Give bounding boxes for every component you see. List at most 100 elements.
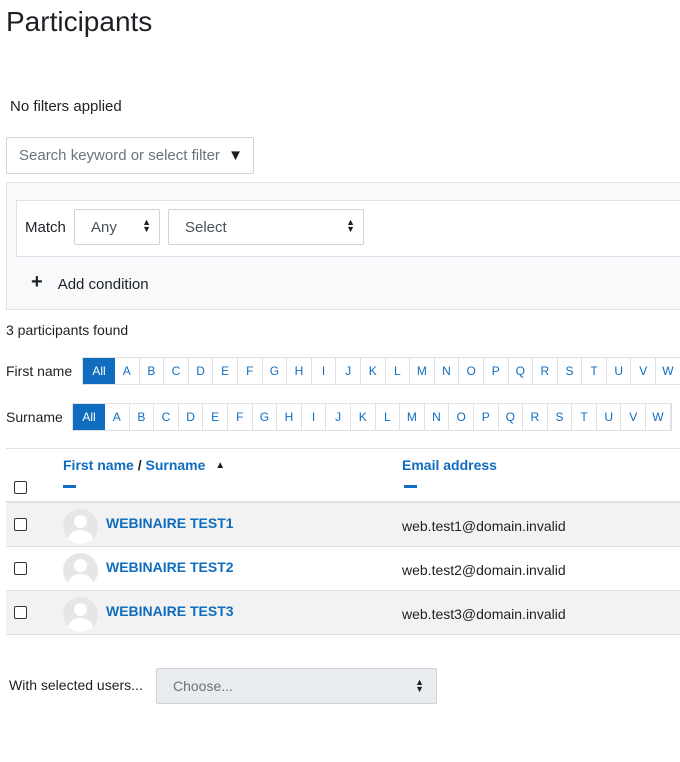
caret-up-icon: ▲ — [215, 460, 226, 471]
first-initial-g[interactable]: G — [263, 358, 288, 384]
select-arrows-icon: ▲ ▼ — [415, 677, 424, 694]
surname-initial-m[interactable]: M — [400, 404, 425, 430]
collapse-name-column-icon[interactable] — [63, 485, 76, 488]
first-initial-f[interactable]: F — [238, 358, 263, 384]
user-name-link[interactable]: WEBINAIRE TEST2 — [106, 559, 234, 575]
first-initial-t[interactable]: T — [582, 358, 607, 384]
filter-type-select[interactable]: Select ▲ ▼ — [168, 209, 364, 245]
surname-initial-t[interactable]: T — [572, 404, 597, 430]
surname-initial-e[interactable]: E — [203, 404, 228, 430]
filter-condition-row: Match Any ▲ ▼ Select ▲ ▼ — [16, 200, 680, 257]
first-initial-letters: All A B C D E F G H I J K L M N O P Q R S T U V W — [82, 357, 680, 385]
row-checkbox[interactable] — [14, 606, 27, 619]
first-initial-i[interactable]: I — [312, 358, 337, 384]
first-initial-b[interactable]: B — [140, 358, 165, 384]
user-avatar-icon — [63, 597, 98, 632]
surname-initial-i[interactable]: I — [302, 404, 327, 430]
first-initial-m[interactable]: M — [410, 358, 435, 384]
search-placeholder: Search keyword or select filter — [19, 147, 220, 164]
select-arrows-icon: ▲ ▼ — [346, 217, 355, 234]
first-initial-v[interactable]: V — [631, 358, 657, 384]
table-row: WEBINAIRE TEST3 web.test3@domain.invalid — [6, 591, 680, 635]
name-column-header: First name / Surname ▲ — [63, 457, 225, 473]
user-email: web.test2@domain.invalid — [402, 562, 566, 578]
first-initial-o[interactable]: O — [459, 358, 484, 384]
user-email: web.test1@domain.invalid — [402, 518, 566, 534]
add-condition-button[interactable]: + Add condition — [31, 271, 149, 294]
match-value: Any — [91, 218, 117, 236]
match-label: Match — [25, 219, 66, 236]
table-header: First name / Surname ▲ Email address — [6, 448, 680, 503]
surname-initial-s[interactable]: S — [548, 404, 573, 430]
first-initial-w[interactable]: W — [656, 358, 680, 384]
first-initial-n[interactable]: N — [435, 358, 460, 384]
surname-initial-k[interactable]: K — [351, 404, 376, 430]
surname-initial-label: Surname — [6, 409, 63, 425]
user-avatar-icon — [63, 553, 98, 588]
surname-initial-r[interactable]: R — [523, 404, 548, 430]
row-checkbox[interactable] — [14, 562, 27, 575]
first-initial-l[interactable]: L — [386, 358, 411, 384]
first-initial-s[interactable]: S — [558, 358, 583, 384]
filter-type-value: Select — [185, 218, 227, 236]
table-row: WEBINAIRE TEST2 web.test2@domain.invalid — [6, 547, 680, 591]
caret-down-icon[interactable]: ▼ — [228, 147, 243, 164]
surname-initial-u[interactable]: U — [597, 404, 622, 430]
first-initial-j[interactable]: J — [336, 358, 361, 384]
surname-initial-f[interactable]: F — [228, 404, 253, 430]
filter-status: No filters applied — [10, 98, 122, 115]
first-initial-all[interactable]: All — [83, 358, 115, 384]
collapse-email-column-icon[interactable] — [404, 485, 417, 488]
sort-email-link[interactable]: Email address — [402, 457, 497, 473]
table-body: WEBINAIRE TEST1 web.test1@domain.invalid W… — [6, 503, 680, 635]
search-filter-input[interactable]: Search keyword or select filter ▼ — [6, 137, 254, 174]
match-select[interactable]: Any ▲ ▼ — [74, 209, 160, 245]
first-initial-e[interactable]: E — [213, 358, 238, 384]
sort-surname-link[interactable]: Surname — [145, 457, 205, 473]
first-initial-r[interactable]: R — [533, 358, 558, 384]
filter-panel: Match Any ▲ ▼ Select ▲ ▼ + Add condition — [6, 182, 680, 310]
user-name-link[interactable]: WEBINAIRE TEST3 — [106, 603, 234, 619]
surname-initial-w[interactable]: W — [646, 404, 671, 430]
surname-initial-h[interactable]: H — [277, 404, 302, 430]
row-checkbox[interactable] — [14, 518, 27, 531]
add-condition-label: Add condition — [57, 275, 149, 293]
surname-initial-q[interactable]: Q — [499, 404, 524, 430]
user-name-link[interactable]: WEBINAIRE TEST1 — [106, 515, 234, 531]
surname-initial-g[interactable]: G — [253, 404, 278, 430]
user-email: web.test3@domain.invalid — [402, 606, 566, 622]
column-separator: / — [137, 457, 142, 473]
page-title: Participants — [6, 6, 153, 37]
surname-initial-d[interactable]: D — [179, 404, 204, 430]
bulk-action-label: With selected users... — [9, 677, 143, 693]
surname-initial-c[interactable]: C — [154, 404, 179, 430]
first-initial-c[interactable]: C — [164, 358, 189, 384]
bulk-action-placeholder: Choose... — [173, 678, 233, 694]
surname-initial-letters: All A B C D E F G H I J K L M N O P Q R S T U V W — [72, 403, 672, 431]
first-initial-u[interactable]: U — [607, 358, 632, 384]
bulk-action-select[interactable]: Choose... ▲ ▼ — [156, 668, 437, 704]
first-initial-a[interactable]: A — [115, 358, 140, 384]
surname-initial-l[interactable]: L — [376, 404, 401, 430]
first-initial-k[interactable]: K — [361, 358, 386, 384]
first-initial-p[interactable]: P — [484, 358, 509, 384]
participants-table: First name / Surname ▲ Email address WEB… — [6, 448, 680, 635]
surname-initial-j[interactable]: J — [326, 404, 351, 430]
surname-initial-n[interactable]: N — [425, 404, 450, 430]
table-row: WEBINAIRE TEST1 web.test1@domain.invalid — [6, 503, 680, 547]
surname-initial-p[interactable]: P — [474, 404, 499, 430]
select-arrows-icon: ▲ ▼ — [142, 217, 151, 234]
first-initial-bar: First name All A B C D E F G H I J K L M N O P Q R S T U V W — [6, 357, 680, 385]
first-initial-d[interactable]: D — [189, 358, 214, 384]
surname-initial-a[interactable]: A — [105, 404, 130, 430]
surname-initial-all[interactable]: All — [73, 404, 105, 430]
participants-count: 3 participants found — [6, 322, 129, 338]
surname-initial-b[interactable]: B — [130, 404, 155, 430]
sort-first-name-link[interactable]: First name — [63, 457, 134, 473]
first-initial-h[interactable]: H — [287, 358, 312, 384]
surname-initial-bar: Surname All A B C D E F G H I J K L M N O P Q R S T U V W — [6, 403, 672, 431]
select-all-checkbox[interactable] — [14, 481, 27, 494]
surname-initial-v[interactable]: V — [621, 404, 647, 430]
first-initial-q[interactable]: Q — [509, 358, 534, 384]
surname-initial-o[interactable]: O — [449, 404, 474, 430]
